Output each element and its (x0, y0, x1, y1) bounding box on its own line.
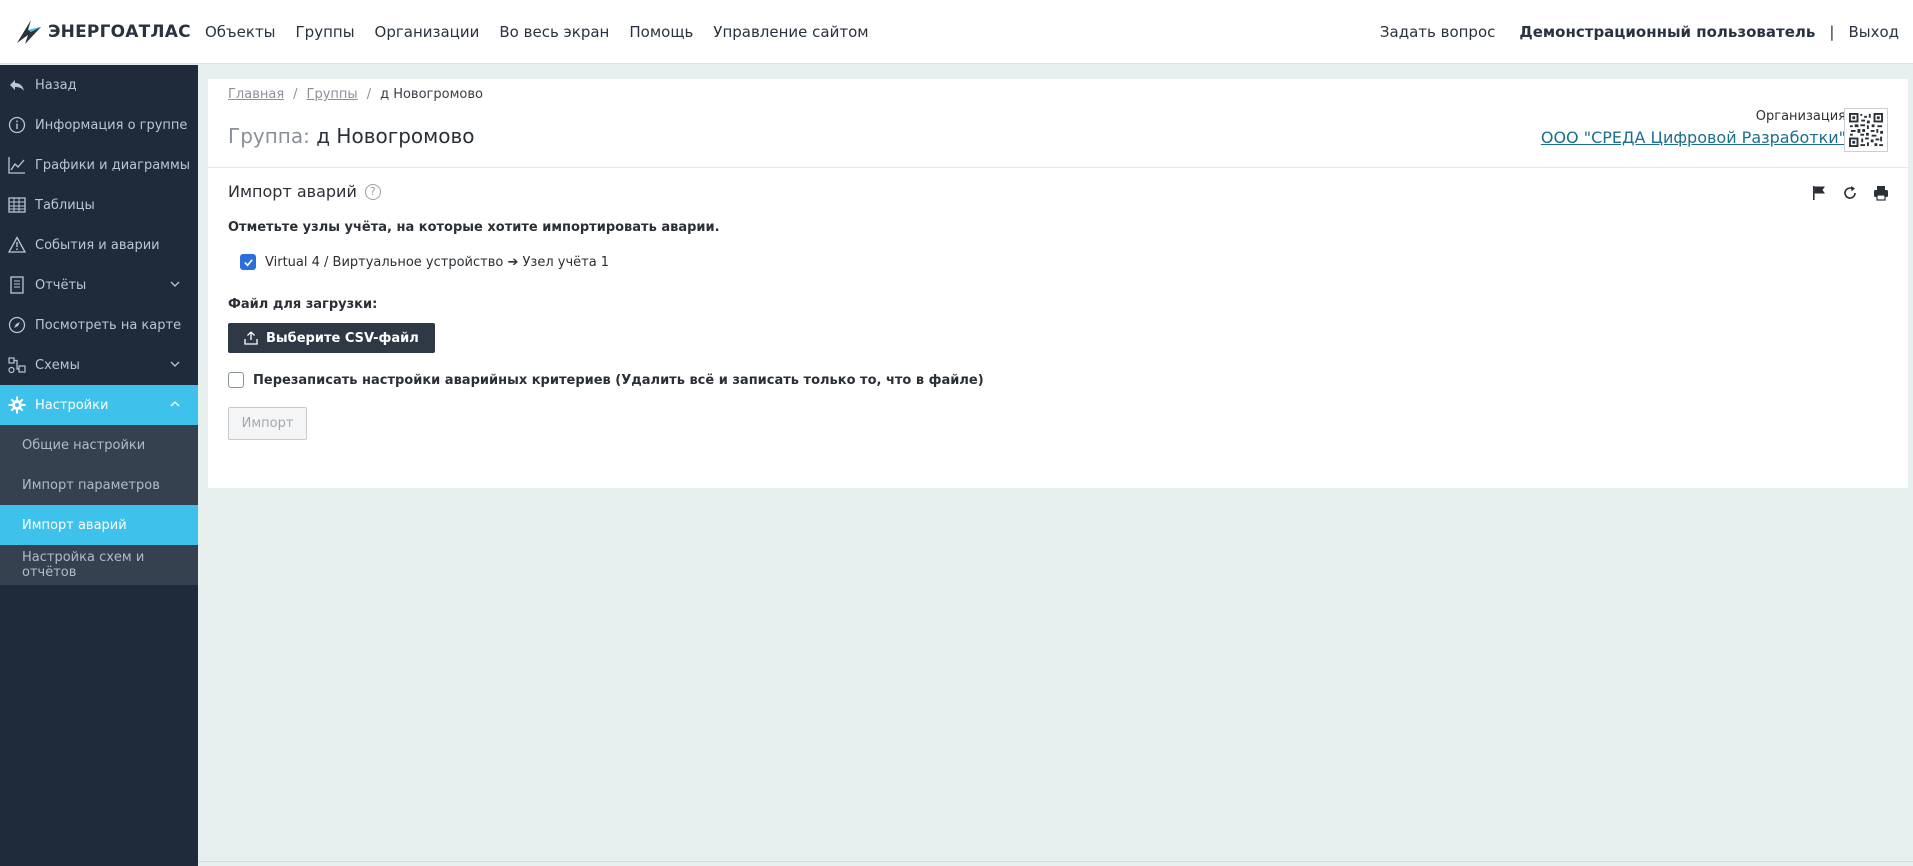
main-panel: Главная / Группы / д Новогромово Группа:… (208, 79, 1908, 488)
breadcrumb-current: д Новогромово (380, 87, 483, 102)
node-checkbox-row: Virtual 4 / Виртуальное устройство ➔ Узе… (240, 254, 1888, 270)
top-navbar: ЭНЕРГОАТЛАС Объекты Группы Организации В… (0, 0, 1913, 64)
import-alarms-section: Импорт аварий ? Отметьте узлы учёта, на … (208, 168, 1908, 454)
page-title: Группа: д Новогромово (228, 124, 475, 148)
chevron-down-icon (170, 361, 180, 367)
chart-line-icon (6, 154, 28, 176)
sidebar-item-reports[interactable]: Отчёты (0, 265, 198, 305)
nav-fullscreen[interactable]: Во весь экран (499, 23, 609, 41)
sidebar-item-map[interactable]: Посмотреть на карте (0, 305, 198, 345)
organization-label: Организация (1755, 109, 1846, 124)
logo[interactable]: ЭНЕРГОАТЛАС (0, 17, 205, 47)
node-checkbox[interactable] (240, 254, 256, 270)
info-icon (6, 114, 28, 136)
file-upload-label: Файл для загрузки: (228, 297, 378, 312)
refresh-icon[interactable] (1841, 184, 1859, 202)
main-nav: Объекты Группы Организации Во весь экран… (205, 23, 889, 41)
sidebar-subitem-general-settings[interactable]: Общие настройки (0, 425, 198, 465)
breadcrumb-groups[interactable]: Группы (307, 87, 358, 102)
gear-icon (6, 394, 28, 416)
section-title: Импорт аварий ? (228, 182, 1888, 201)
logout-link[interactable]: Выход (1848, 23, 1899, 41)
overwrite-checkbox-row: Перезаписать настройки аварийных критери… (228, 372, 1888, 388)
user-name[interactable]: Демонстрационный пользователь (1519, 23, 1815, 41)
overwrite-label[interactable]: Перезаписать настройки аварийных критери… (253, 373, 984, 388)
sidebar: Назад Информация о группе Графики и диаг… (0, 65, 198, 866)
user-area: Задать вопрос Демонстрационный пользоват… (1380, 0, 1899, 64)
qr-code-icon[interactable] (1844, 108, 1888, 152)
nav-site-management[interactable]: Управление сайтом (713, 23, 868, 41)
section-title-text: Импорт аварий (228, 182, 357, 201)
warning-icon (6, 234, 28, 256)
choose-csv-button[interactable]: Выберите CSV-файл (228, 323, 435, 353)
organization-link[interactable]: ООО "СРЕДА Цифровой Разработки" (1541, 128, 1846, 147)
breadcrumb-home[interactable]: Главная (228, 87, 284, 102)
node-label[interactable]: Virtual 4 / Виртуальное устройство ➔ Узе… (265, 255, 609, 270)
sidebar-item-label: Информация о группе (35, 117, 188, 133)
sidebar-item-label: Графики и диаграммы (35, 157, 191, 173)
page-title-prefix: Группа: (228, 124, 310, 148)
section-toolbar (1797, 184, 1890, 202)
breadcrumb-separator: / (366, 87, 372, 102)
upload-icon (244, 331, 258, 345)
sidebar-item-label: Настройки (35, 397, 109, 413)
chevron-down-icon (170, 281, 180, 287)
sidebar-item-label: Схемы (35, 357, 80, 373)
sidebar-item-schemas[interactable]: Схемы (0, 345, 198, 385)
nav-help[interactable]: Помощь (629, 23, 693, 41)
page-title-name: д Новогромово (316, 124, 475, 148)
print-icon[interactable] (1872, 184, 1890, 202)
flag-icon[interactable] (1810, 184, 1828, 202)
breadcrumb-separator: / (293, 87, 298, 102)
choose-csv-button-label: Выберите CSV-файл (266, 330, 419, 346)
overwrite-checkbox[interactable] (228, 372, 244, 388)
report-icon (6, 274, 28, 296)
sidebar-item-label: Отчёты (35, 277, 87, 293)
organization-block: Организация ООО "СРЕДА Цифровой Разработ… (1541, 109, 1846, 147)
nav-organizations[interactable]: Организации (375, 23, 480, 41)
sidebar-item-label: События и аварии (35, 237, 160, 253)
compass-icon (6, 314, 28, 336)
lightning-logo-icon (17, 19, 41, 44)
back-arrow-icon (6, 74, 28, 96)
sidebar-subitem-import-alarms[interactable]: Импорт аварий (0, 505, 198, 545)
sidebar-item-settings[interactable]: Настройки (0, 385, 198, 425)
user-separator: | (1829, 23, 1835, 41)
sidebar-item-label: Таблицы (35, 197, 95, 213)
table-icon (6, 194, 28, 216)
nav-objects[interactable]: Объекты (205, 23, 276, 41)
schema-icon (6, 354, 28, 376)
sidebar-item-tables[interactable]: Таблицы (0, 185, 198, 225)
chevron-up-icon (170, 401, 180, 407)
nav-groups[interactable]: Группы (296, 23, 355, 41)
ask-question-link[interactable]: Задать вопрос (1380, 23, 1496, 41)
sidebar-item-label: Назад (35, 77, 77, 93)
sidebar-item-group-info[interactable]: Информация о группе (0, 105, 198, 145)
help-icon[interactable]: ? (364, 183, 381, 200)
import-button[interactable]: Импорт (228, 407, 307, 440)
sidebar-subitem-import-params[interactable]: Импорт параметров (0, 465, 198, 505)
sidebar-item-events[interactable]: События и аварии (0, 225, 198, 265)
instruction-text: Отметьте узлы учёта, на которые хотите и… (228, 220, 720, 235)
sidebar-item-charts[interactable]: Графики и диаграммы (0, 145, 198, 185)
sidebar-item-label: Посмотреть на карте (35, 317, 182, 333)
sidebar-subitem-schema-report-settings[interactable]: Настройка схем и отчётов (0, 545, 198, 585)
page-header: Главная / Группы / д Новогромово Группа:… (208, 79, 1908, 168)
logo-text: ЭНЕРГОАТЛАС (48, 21, 191, 42)
sidebar-item-back[interactable]: Назад (0, 65, 198, 105)
breadcrumb: Главная / Группы / д Новогромово (228, 87, 483, 102)
footer-divider (198, 861, 1913, 862)
